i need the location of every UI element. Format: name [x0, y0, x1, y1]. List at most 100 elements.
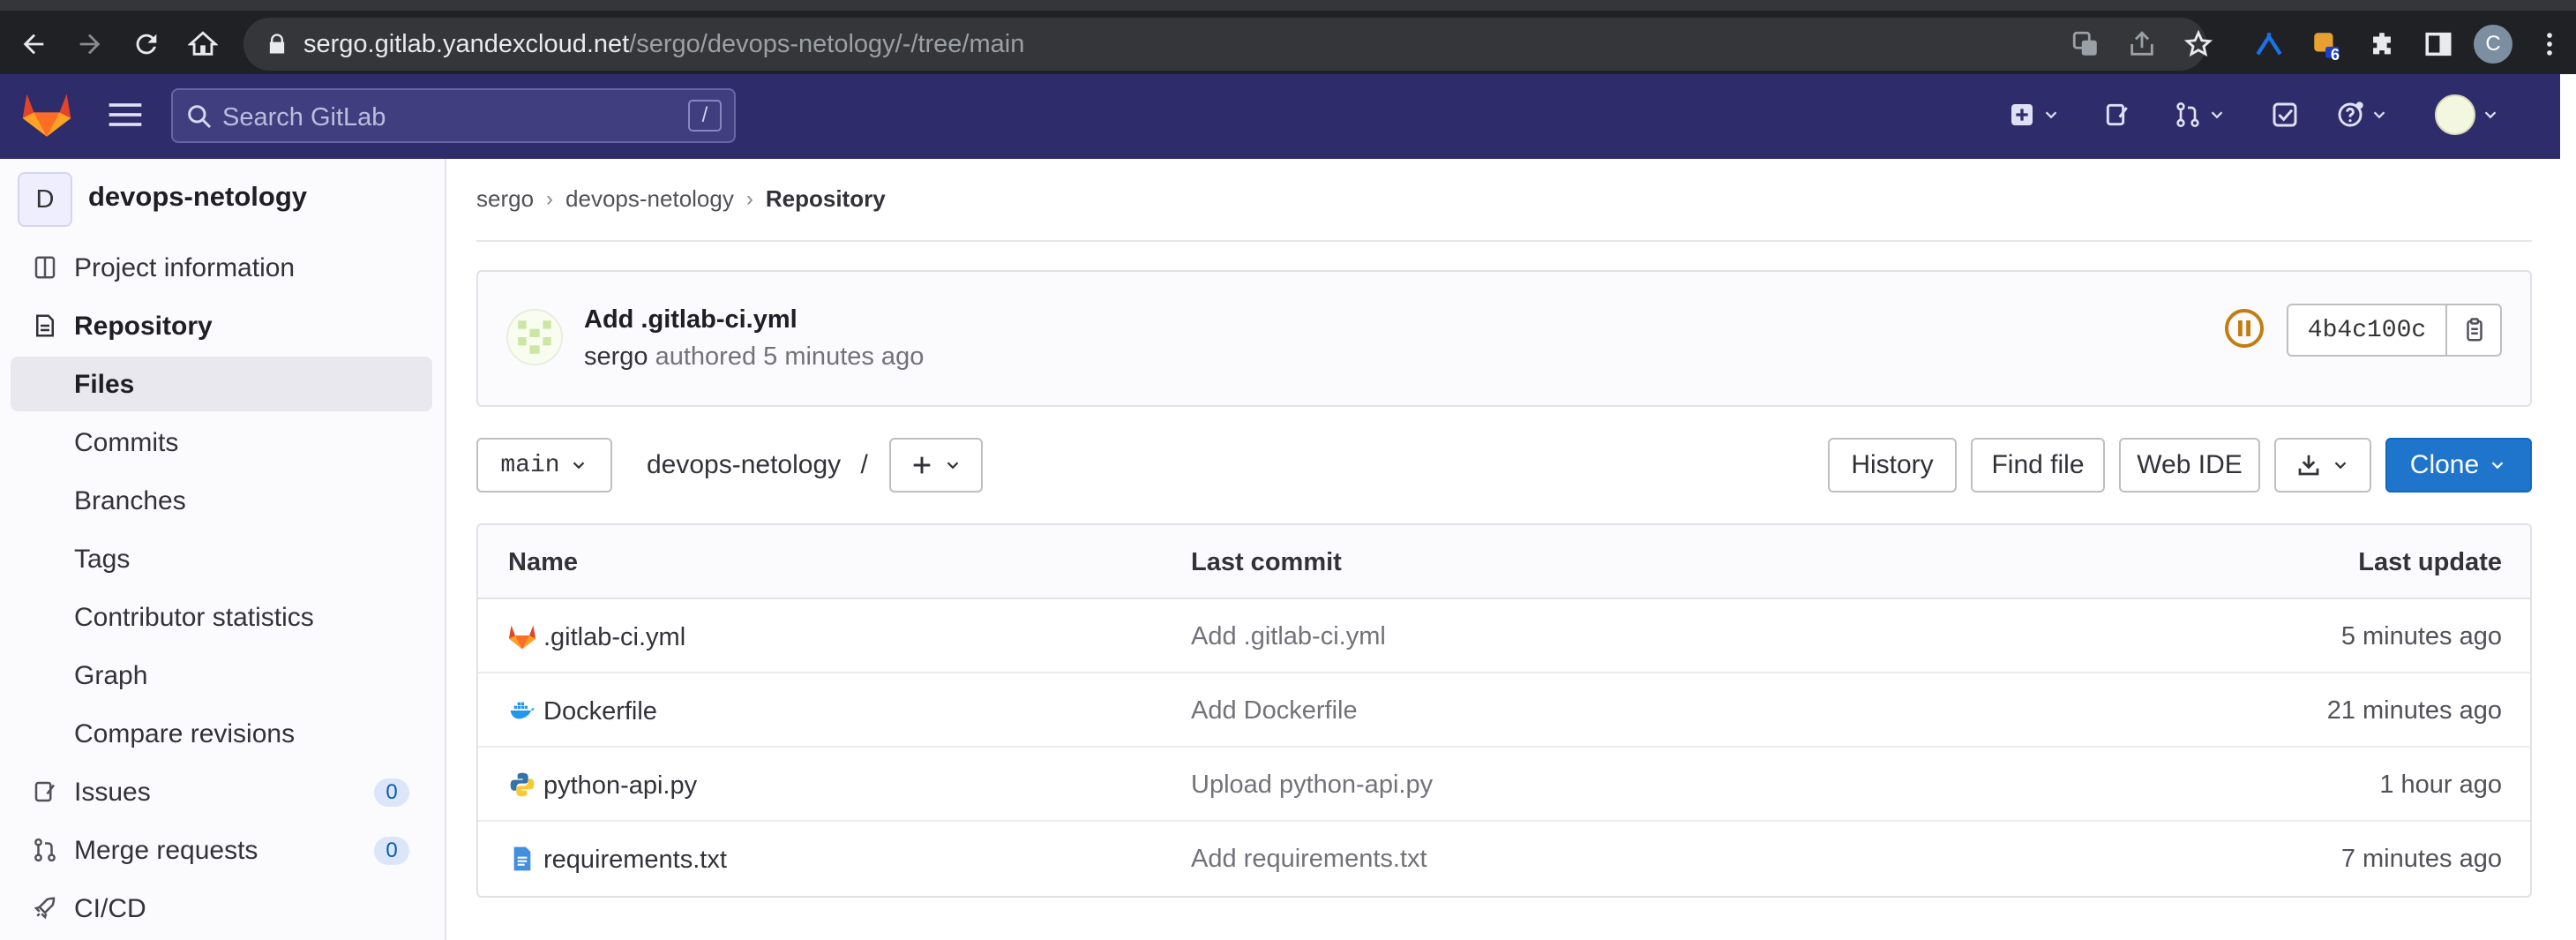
issues-icon — [34, 781, 55, 802]
sidebar-item-branches[interactable]: Branches — [11, 473, 432, 528]
table-row[interactable]: .gitlab-ci.yml Add .gitlab-ci.yml 5 minu… — [478, 599, 2530, 673]
commit-author-link[interactable]: sergo — [584, 342, 648, 371]
browser-menu-icon[interactable] — [2528, 23, 2571, 65]
commit-title[interactable]: Add .gitlab-ci.yml — [584, 305, 798, 335]
chevron-down-icon — [2373, 111, 2385, 119]
sidebar-item-label: Issues — [74, 778, 151, 807]
file-last-commit-link[interactable]: Upload python-api.py — [1191, 771, 1433, 800]
project-name[interactable]: devops-netology — [88, 181, 307, 213]
table-row[interactable]: python-api.py Upload python-api.py 1 hou… — [478, 748, 2530, 822]
clone-dropdown[interactable]: Clone — [2385, 438, 2532, 493]
download-dropdown[interactable] — [2274, 438, 2371, 493]
translate-icon[interactable] — [2064, 23, 2107, 65]
commit-sha[interactable]: 4b4c100c — [2288, 305, 2447, 355]
chevron-down-icon — [2334, 462, 2347, 470]
file-last-commit-link[interactable]: Add .gitlab-ci.yml — [1191, 622, 1386, 651]
add-to-tree-dropdown[interactable] — [889, 438, 983, 493]
branch-name: main — [500, 451, 560, 479]
sidebar-item-label: Commits — [74, 428, 179, 457]
docker-icon — [510, 702, 535, 719]
extensions-puzzle-icon[interactable] — [2361, 23, 2403, 65]
bookmark-star-icon[interactable] — [2177, 23, 2220, 65]
merge-requests-header-dropdown[interactable] — [2174, 97, 2227, 132]
file-last-commit-link[interactable]: Add Dockerfile — [1191, 696, 1358, 726]
help-dropdown[interactable] — [2336, 97, 2389, 132]
create-new-dropdown[interactable] — [2008, 97, 2061, 132]
chevron-right-icon: › — [745, 186, 753, 211]
forward-icon[interactable] — [69, 23, 111, 65]
extension-translate-icon[interactable] — [2248, 23, 2290, 65]
sidebar-item-ci-cd[interactable]: CI/CD — [11, 881, 432, 936]
user-menu-dropdown[interactable] — [2435, 94, 2500, 135]
table-header: Name Last commit Last update — [478, 525, 2530, 599]
commit-authored-time: authored 5 minutes ago — [655, 342, 925, 371]
lock-icon — [269, 34, 285, 54]
identicon-pattern — [518, 320, 551, 354]
web-ide-button[interactable]: Web IDE — [2119, 438, 2260, 493]
chevron-down-icon — [573, 462, 584, 470]
breadcrumb-item-sergo[interactable]: sergo — [476, 185, 534, 213]
issues-icon — [2106, 103, 2128, 126]
clone-label: Clone — [2409, 450, 2480, 479]
gitlab-logo-icon[interactable] — [21, 88, 72, 139]
search-input[interactable]: Search GitLab / — [171, 88, 736, 143]
path-root-link[interactable]: devops-netology — [647, 450, 841, 479]
extension-badge-icon[interactable]: 6 — [2304, 23, 2347, 65]
python-icon — [510, 772, 535, 797]
sidebar-item-tags[interactable]: Tags — [11, 531, 432, 586]
project-avatar[interactable]: D — [18, 172, 72, 227]
branch-selector-dropdown[interactable]: main — [476, 438, 612, 493]
breadcrumb-item-project[interactable]: devops-netology — [565, 185, 734, 213]
file-last-update: 7 minutes ago — [2340, 845, 2502, 873]
back-icon[interactable] — [12, 23, 55, 65]
plus-square-icon — [2011, 104, 2033, 125]
plus-icon — [913, 456, 931, 474]
sidebar-item-project-information[interactable]: Project information — [11, 240, 432, 295]
sidebar-item-issues[interactable]: Issues 0 — [11, 764, 432, 819]
sidebar-item-contributor-statistics[interactable]: Contributor statistics — [11, 590, 432, 644]
information-icon — [34, 256, 56, 279]
sidebar-item-files[interactable]: Files — [11, 357, 432, 411]
sidebar-item-graph[interactable]: Graph — [11, 648, 432, 703]
commit-meta: sergo authored 5 minutes ago — [584, 342, 924, 372]
column-header-last-commit: Last commit — [1191, 548, 1342, 576]
table-row[interactable]: requirements.txt Add requirements.txt 7 … — [478, 822, 2530, 896]
text-file-icon — [513, 846, 531, 871]
file-name-link[interactable]: Dockerfile — [508, 696, 657, 726]
pipeline-paused-icon[interactable] — [2223, 307, 2265, 350]
sidebar-item-repository[interactable]: Repository — [11, 298, 432, 353]
search-placeholder: Search GitLab — [222, 103, 386, 132]
profile-avatar[interactable]: C — [2472, 23, 2514, 65]
table-row[interactable]: Dockerfile Add Dockerfile 21 minutes ago — [478, 673, 2530, 748]
sidebar-item-merge-requests[interactable]: Merge requests 0 — [11, 823, 432, 877]
side-panel-icon[interactable] — [2417, 23, 2460, 65]
file-name-link[interactable]: requirements.txt — [508, 845, 727, 875]
sidebar-item-compare-revisions[interactable]: Compare revisions — [11, 706, 432, 761]
hamburger-menu-icon[interactable] — [106, 97, 145, 132]
todo-header-button[interactable] — [2271, 97, 2299, 132]
address-bar[interactable]: sergo.gitlab.yandexcloud.net/sergo/devop… — [243, 18, 2206, 71]
commit-sha-group: 4b4c100c — [2287, 304, 2502, 357]
sidebar-item-commits[interactable]: Commits — [11, 415, 432, 470]
share-icon[interactable] — [2121, 23, 2163, 65]
breadcrumb-item-current[interactable]: Repository — [766, 185, 886, 213]
commit-author-avatar[interactable] — [506, 309, 563, 365]
file-last-commit-link[interactable]: Add requirements.txt — [1191, 845, 1427, 874]
reload-icon[interactable] — [125, 23, 168, 65]
file-name-link[interactable]: .gitlab-ci.yml — [508, 622, 685, 652]
sidebar-item-label: CI/CD — [74, 894, 146, 923]
file-last-update: 5 minutes ago — [2340, 622, 2502, 650]
issues-count-badge: 0 — [374, 778, 409, 807]
history-button[interactable]: History — [1828, 438, 1957, 493]
profile-initial: C — [2474, 25, 2512, 64]
sidebar-item-label: Compare revisions — [74, 719, 296, 748]
find-file-button[interactable]: Find file — [1971, 438, 2105, 493]
home-icon[interactable] — [182, 23, 224, 65]
copy-sha-button[interactable] — [2449, 305, 2500, 355]
user-avatar — [2435, 94, 2475, 135]
file-name-link[interactable]: python-api.py — [508, 771, 697, 801]
chevron-down-icon — [2045, 111, 2057, 119]
sidebar-item-label: Project information — [74, 253, 296, 282]
chevron-right-icon: › — [546, 186, 554, 211]
issues-header-button[interactable] — [2103, 97, 2131, 132]
